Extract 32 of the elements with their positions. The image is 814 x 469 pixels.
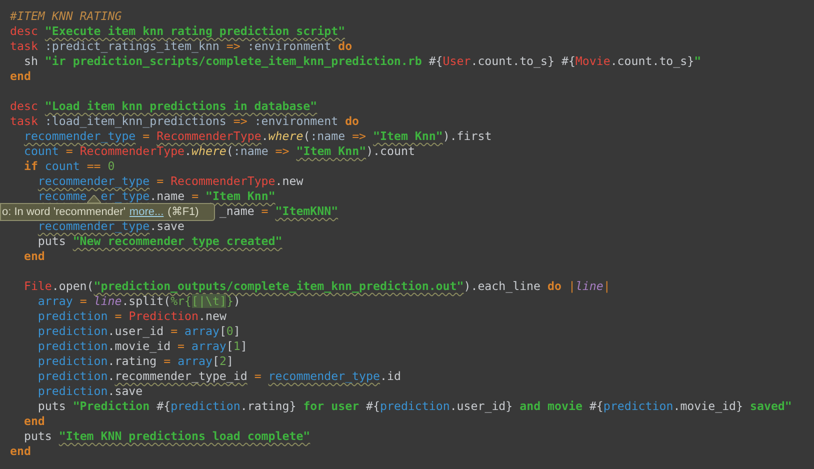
code-line: recommender_type = RecommenderType.where(:name => "Item Knn").first [24,129,492,144]
code-line: array = line.split(%r{[|\t]}) [38,294,240,309]
code-line: task :load_item_knn_predictions => :environment do [10,114,360,129]
code-line: _name = "ItemKNN" [219,204,338,219]
code-line: prediction.movie_id = array[1] [38,339,248,354]
code-line: task :predict_ratings_item_knn => :environment do [10,39,352,54]
code-line: if count == 0 [24,159,115,174]
code-line: prediction.recommender_type_id = recommender_type.id [38,369,401,384]
code-line: prediction = Prediction.new [38,309,226,324]
code-line: prediction.save [38,384,143,399]
code-line: puts "Prediction #{prediction.rating} for user #{prediction.user_id} and movie #{prediction.movie_id} saved" [38,399,792,414]
code-line: desc "Execute item knn rating prediction script" [10,24,346,39]
code-line: puts "New recommender type created" [38,234,282,249]
shortcut-hint: (⌘F1) [168,205,199,219]
code-line: puts "Item KNN predictions load complete" [24,429,310,444]
more-link[interactable]: more... [129,205,164,219]
code-line: desc "Load item knn predictions in database" [10,99,318,114]
code-line: end [24,414,45,429]
code-line: File.open("prediction_outputs/complete_item_knn_prediction.out").each_line do |line| [24,279,610,294]
code-line: er_type.name = "Item Knn" [100,189,276,204]
tooltip-text: o: In word 'recommender' [2,205,126,219]
code-line: prediction.rating = array[2] [38,354,234,369]
code-line: end [10,444,31,459]
code-line: #ITEM KNN RATING [10,9,122,24]
code-line: end [24,249,45,264]
code-line: recommender_type.save [38,219,185,234]
code-line: recomme [38,189,87,204]
code-line: end [10,69,31,84]
code-line: prediction.user_id = array[0] [38,324,240,339]
code-line: sh "ir prediction_scripts/complete_item_knn_prediction.rb #{User.count.to_s} #{Movie.count.to_s}" [24,54,702,69]
code-line: recommender_type = RecommenderType.new [38,174,304,189]
code-line: count = RecommenderType.where(:name => "Item Knn").count [24,144,415,159]
